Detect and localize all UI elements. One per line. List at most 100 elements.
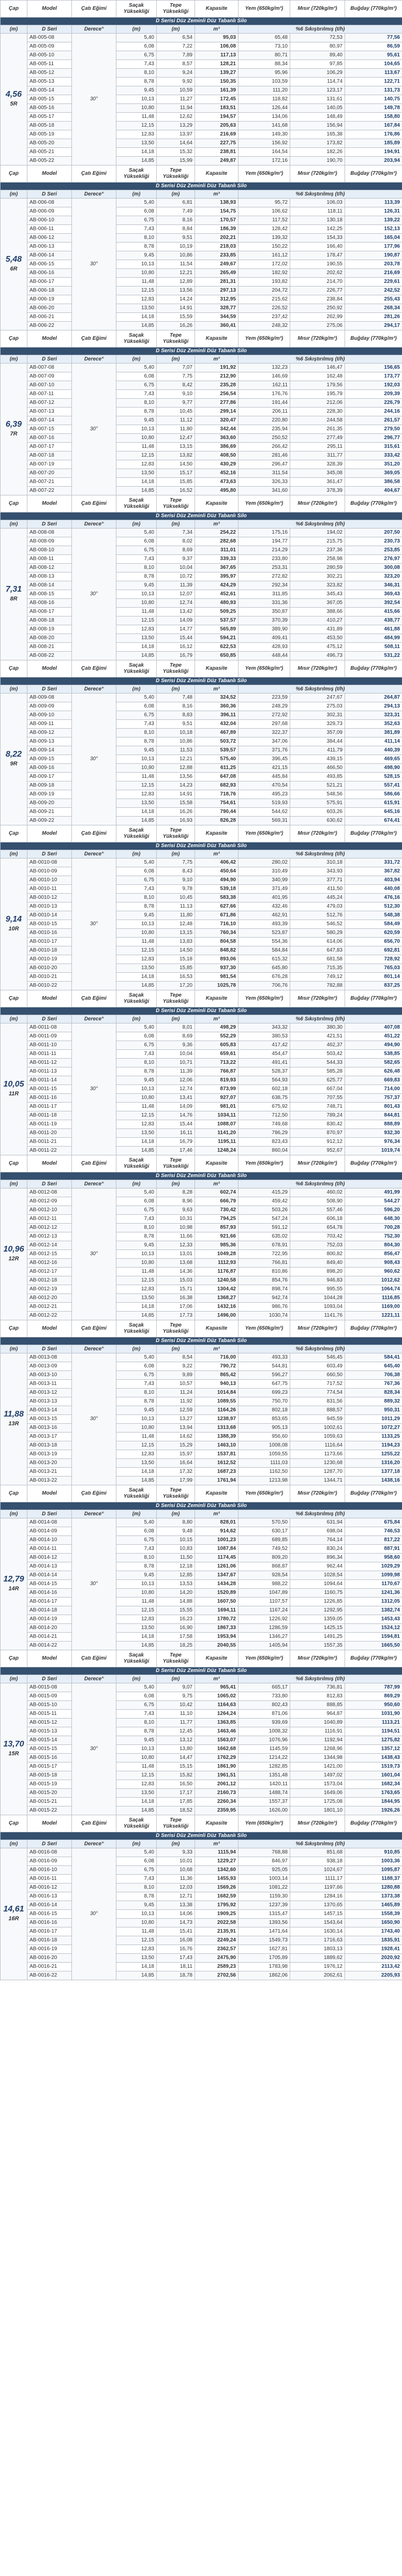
table-row: AB-0016-20 13,50 17,43 2475,90 1705,89 1889,6… <box>1 1953 402 1963</box>
value-cell: 10,42 <box>156 1700 195 1710</box>
value-cell: 230,73 <box>345 537 402 546</box>
value-cell: 77,56 <box>345 33 402 42</box>
value-cell: 1169,00 <box>345 1302 402 1312</box>
value-cell: 16,50 <box>156 1780 195 1789</box>
model-cell: AB-007-15 <box>27 425 72 434</box>
table-row: AB-0010-13 8,78 11,13 627,66 432,46 479,03 512… <box>1 902 402 911</box>
value-cell: 1573,04 <box>290 1780 345 1789</box>
model-cell: AB-0013-19 <box>27 1450 72 1459</box>
unit-kapasite: m³ <box>195 25 239 34</box>
value-cell: 228,30 <box>290 407 345 416</box>
value-cell: 14,06 <box>156 1909 195 1919</box>
unit-sacak: (m) <box>116 1510 157 1518</box>
value-cell: 1047,89 <box>238 1588 290 1598</box>
model-cell: AB-006-17 <box>27 277 72 287</box>
value-cell: 1011,29 <box>345 1414 402 1424</box>
value-cell: 1370,65 <box>290 1901 345 1910</box>
value-cell: 195,79 <box>290 389 345 399</box>
table-row: AB-008-13 8,78 10,72 395,97 272,82 302,21 323,… <box>1 572 402 581</box>
value-cell: 226,77 <box>290 286 345 295</box>
value-cell: 12,15 <box>116 121 157 130</box>
value-cell: 1976,12 <box>290 1962 345 1971</box>
model-cell: AB-0016-10 <box>27 1865 72 1875</box>
table-row: AB-006-11 7,43 8,84 186,39 128,42 142,25 152,1… <box>1 224 402 234</box>
value-cell: 7,43 <box>116 1379 157 1389</box>
value-cell: 546,52 <box>290 920 345 929</box>
value-cell: 384,44 <box>290 737 345 746</box>
model-cell: AB-0013-13 <box>27 1397 72 1406</box>
value-cell: 14,18 <box>116 972 157 982</box>
value-cell: 503,26 <box>238 1206 290 1215</box>
value-cell: 12,83 <box>116 1780 157 1789</box>
header-sacak: Saçak Yüksekliği <box>116 495 157 513</box>
value-cell: 8,10 <box>116 1058 157 1067</box>
header-kapasite: Kapasite <box>195 1320 239 1337</box>
value-cell: 312,95 <box>195 295 239 304</box>
value-cell: 750,70 <box>238 1397 290 1406</box>
value-cell: 888,85 <box>290 1700 345 1710</box>
value-cell: 790,72 <box>195 1362 239 1371</box>
value-cell: 914,62 <box>195 1527 239 1536</box>
model-cell: AB-0013-21 <box>27 1467 72 1477</box>
value-cell: 166,40 <box>290 242 345 251</box>
table-row: AB-009-21 14,18 16,26 790,44 544,62 603,26 645… <box>1 807 402 817</box>
model-cell: AB-005-15 <box>27 95 72 104</box>
value-cell: 149,78 <box>345 103 402 113</box>
model-cell: AB-0016-12 <box>27 1883 72 1892</box>
header-sacak: Saçak Yüksekliği <box>116 1155 157 1172</box>
table-row: AB-0011-09 6,08 8,69 552,29 380,53 421,51 451,… <box>1 1032 402 1041</box>
model-cell: AB-007-08 <box>27 363 72 372</box>
model-cell: AB-0014-14 <box>27 1571 72 1580</box>
value-cell: 328,39 <box>290 460 345 469</box>
value-cell: 910,85 <box>345 1848 402 1857</box>
value-cell: 602,18 <box>238 1084 290 1094</box>
value-cell: 11,66 <box>156 1232 195 1241</box>
value-cell: 451,22 <box>345 1032 402 1041</box>
table-row: AB-0011-13 8,78 11,39 766,87 528,37 585,28 626… <box>1 1067 402 1076</box>
header-misir: Mısır (720kg/m³) <box>290 1155 345 1172</box>
unit-kapasite: m³ <box>195 190 239 199</box>
value-cell: 1844,95 <box>345 1797 402 1806</box>
value-cell: 854,76 <box>238 1276 290 1285</box>
value-cell: 341,60 <box>238 486 290 495</box>
roof-angle-cell: 30° <box>71 1023 116 1155</box>
value-cell: 8,78 <box>116 1727 157 1736</box>
value-cell: 386,69 <box>195 442 239 451</box>
table-row: AB-0012-22 14,85 17,73 1496,00 1030,74 1141,7… <box>1 1311 402 1320</box>
value-cell: 13,27 <box>156 1414 195 1424</box>
value-cell: 249,87 <box>195 156 239 165</box>
value-cell: 9,10 <box>156 389 195 399</box>
value-cell: 494,90 <box>345 1041 402 1050</box>
value-cell: 528,15 <box>345 772 402 781</box>
value-cell: 396,45 <box>238 755 290 764</box>
value-cell: 131,61 <box>290 95 345 104</box>
unit-model: D Seri <box>27 685 72 694</box>
value-cell: 10,13 <box>116 920 157 929</box>
value-cell: 6,54 <box>156 33 195 42</box>
value-cell: 215,75 <box>290 537 345 546</box>
value-cell: 194,91 <box>345 147 402 157</box>
model-cell: AB-0012-08 <box>27 1188 72 1197</box>
value-cell: 113,67 <box>345 68 402 78</box>
series-banner-text: D Serisi Düz Zeminli Düz Tabanlı Silo <box>0 1502 402 1510</box>
unit-tepe: (m) <box>156 1840 195 1848</box>
value-cell: 1282,85 <box>238 1762 290 1771</box>
header-row: Çap Model Çatı Eğimi Saçak Yüksekliği Tepe Y… <box>0 1485 402 1502</box>
value-cell: 403,94 <box>345 876 402 885</box>
value-cell: 11,48 <box>116 112 157 122</box>
value-cell: 10,59 <box>156 86 195 95</box>
value-cell: 1316,20 <box>345 1458 402 1468</box>
table-row: 9,14 10R AB-0010-08 30° 5,40 7,75 406,42 280,02… <box>0 858 402 990</box>
header-yem: Yem (650kg/m³) <box>238 1650 290 1667</box>
value-cell: 128,21 <box>195 59 239 69</box>
units-row: (m) D Seri Derece° (m) (m) m³ %6 Sıkıştırılmış… <box>0 1180 402 1188</box>
table-row: AB-009-18 12,15 14,23 682,93 470,54 521,21 557… <box>1 781 402 790</box>
value-cell: 508,11 <box>345 642 402 652</box>
value-cell: 1537,81 <box>195 1450 239 1459</box>
model-cell: AB-0010-14 <box>27 911 72 920</box>
table-row: AB-008-19 12,83 14,77 565,89 389,90 431,89 461… <box>1 625 402 634</box>
value-cell: 227,75 <box>195 139 239 148</box>
model-cell: AB-008-09 <box>27 537 72 546</box>
model-cell: AB-0016-17 <box>27 1927 72 1936</box>
value-cell: 5,40 <box>116 1023 157 1032</box>
